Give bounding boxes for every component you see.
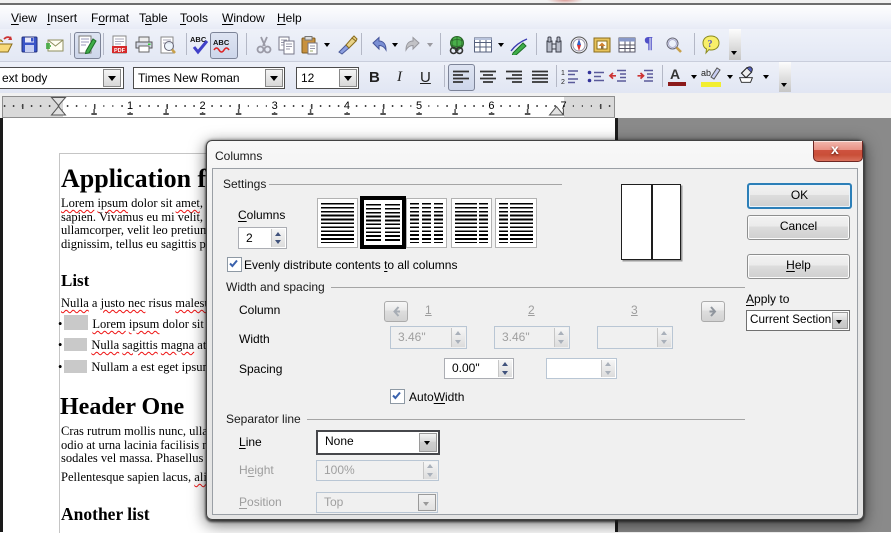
svg-text:2: 2 bbox=[561, 79, 565, 86]
svg-text:ab: ab bbox=[701, 68, 711, 78]
svg-text:ABC: ABC bbox=[213, 38, 230, 47]
svg-text:PDF: PDF bbox=[114, 48, 126, 54]
svg-text:1: 1 bbox=[561, 70, 565, 77]
svg-text:?: ? bbox=[708, 39, 713, 50]
